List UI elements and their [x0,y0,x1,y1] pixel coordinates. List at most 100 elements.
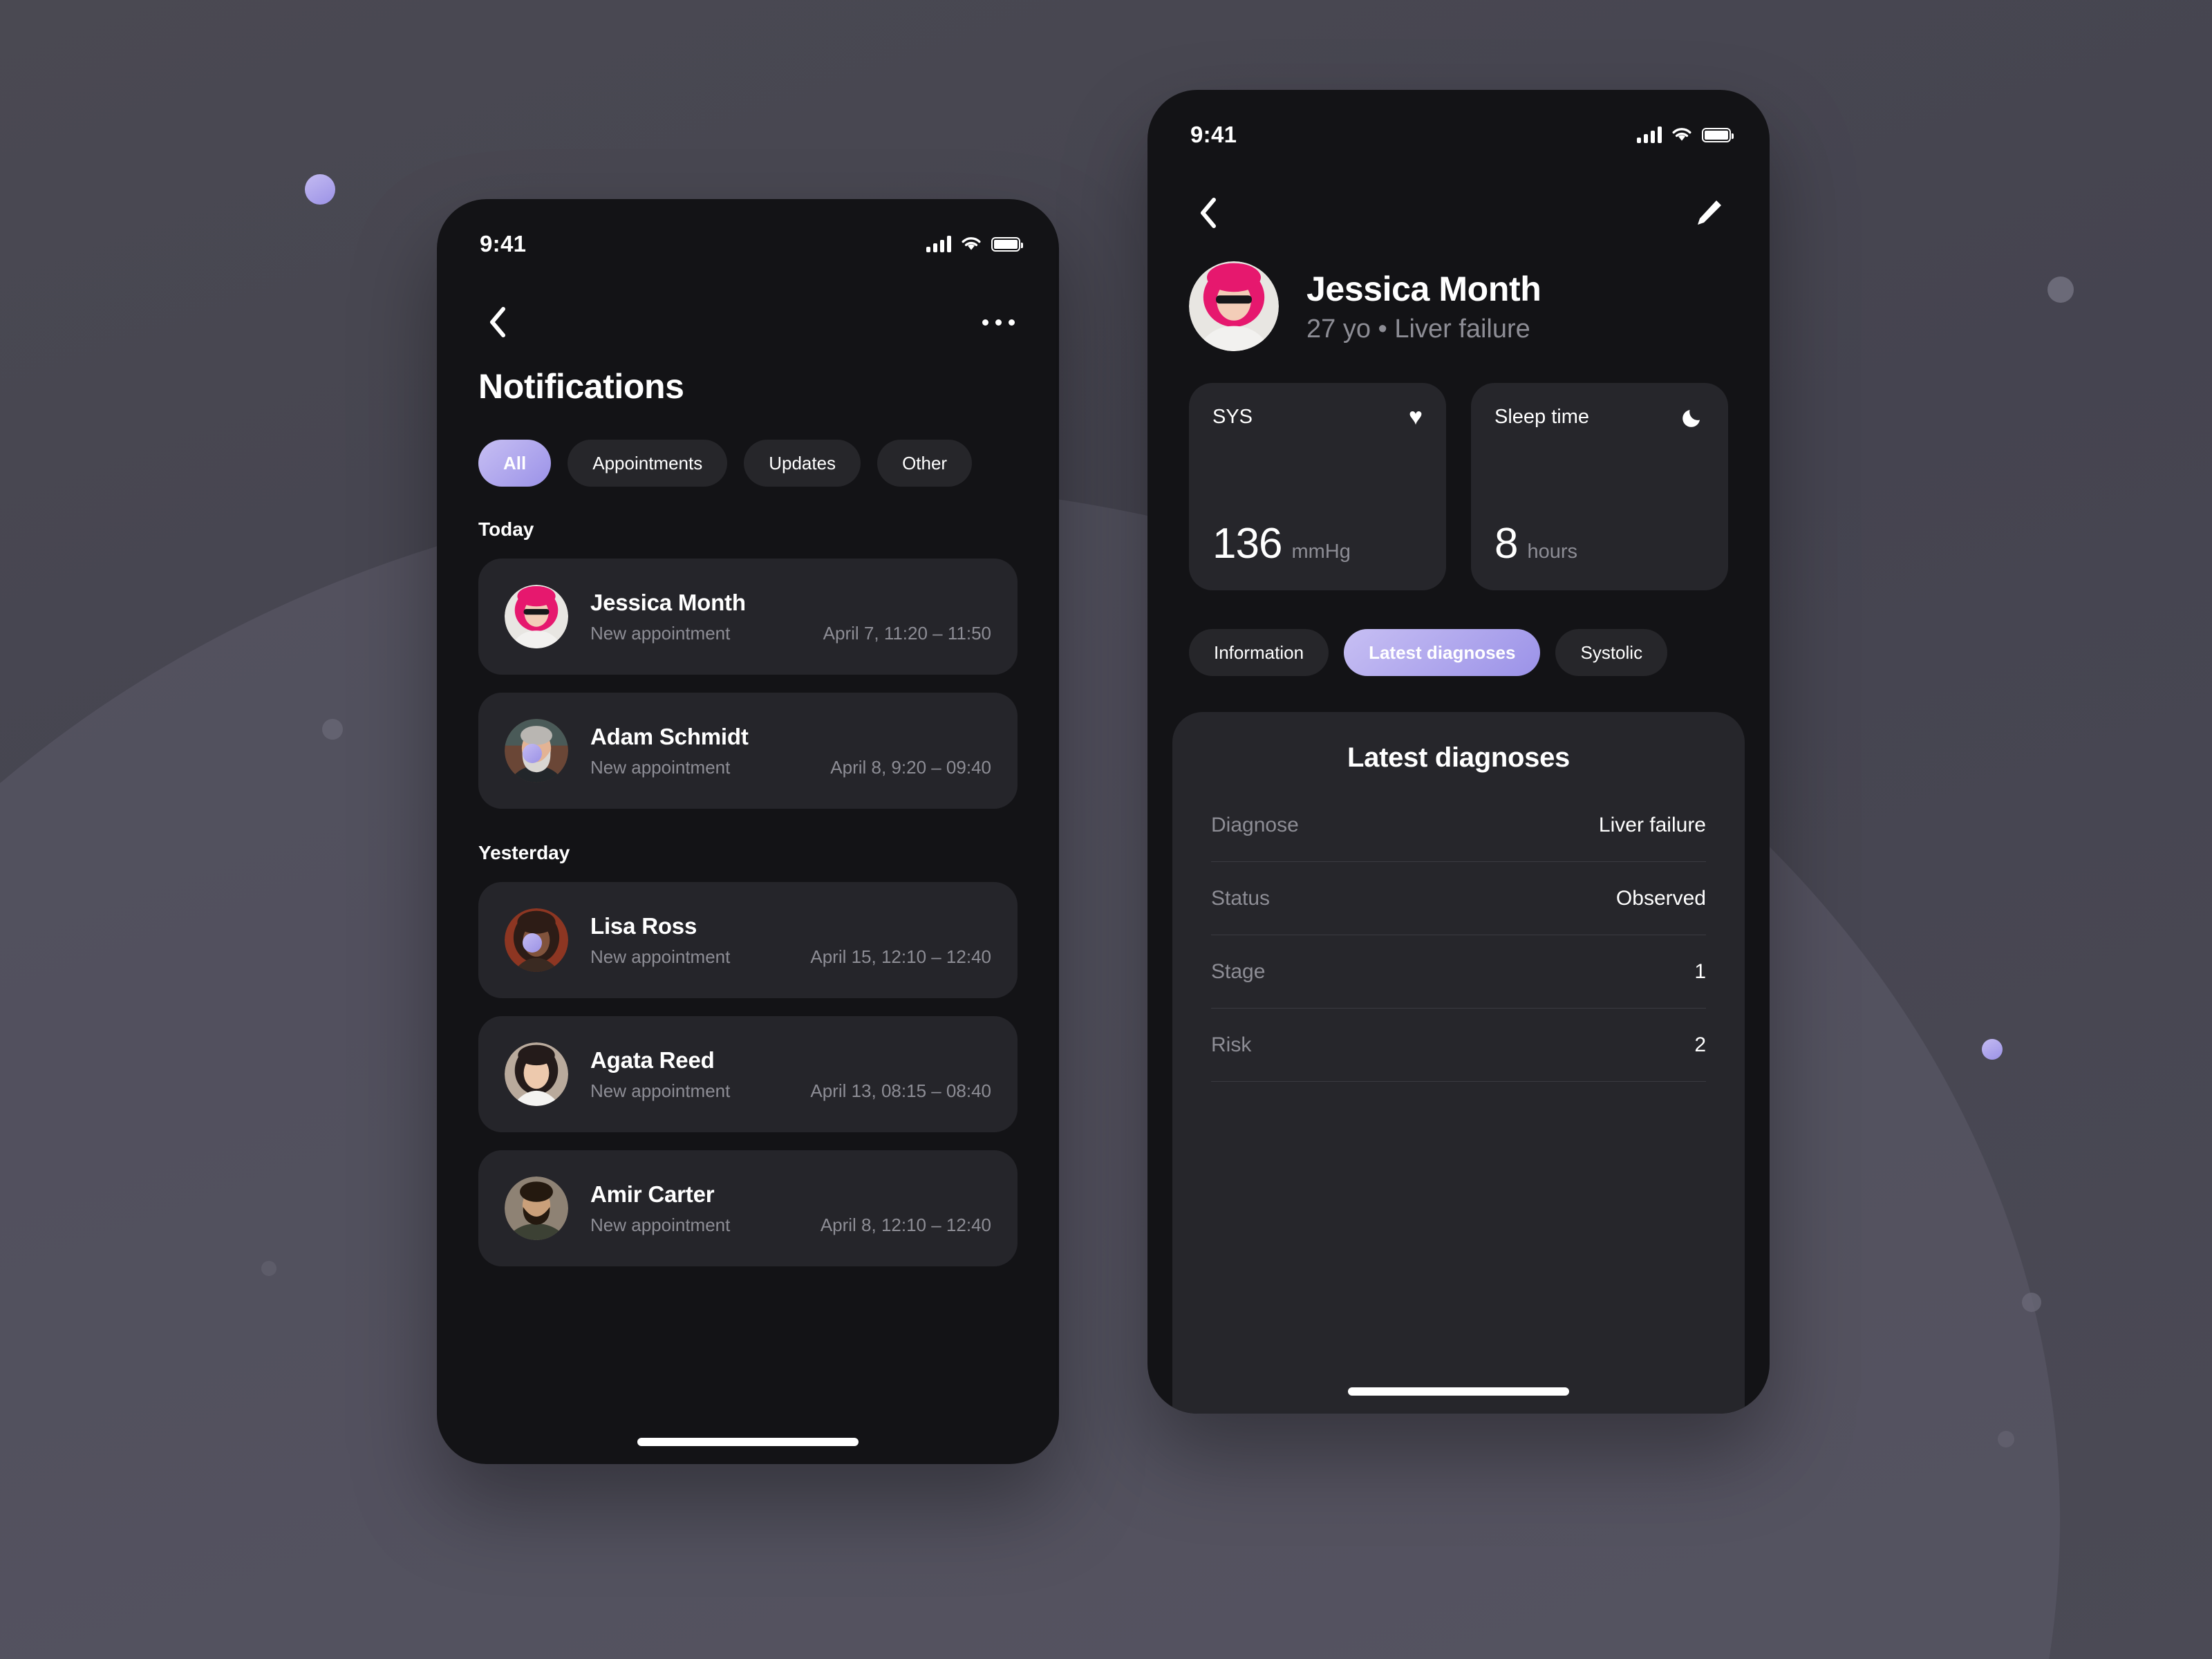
notification-row[interactable]: Amir Carter New appointment April 8, 12:… [478,1150,1018,1266]
background-dot-gray-1 [2047,276,2074,303]
notification-row[interactable]: Agata Reed New appointment April 13, 08:… [478,1016,1018,1132]
vitals-card-row: SYS ♥ 136 mmHg Sleep time 8 hours [1147,383,1770,590]
background-dot-gray-3 [261,1261,276,1276]
wifi-icon [962,237,981,250]
background-dot-gray-4 [2022,1293,2041,1312]
notification-list: Today Jessica Month New appointment Apri… [437,518,1059,1464]
vital-unit: mmHg [1291,541,1351,563]
diagnosis-row: Risk 2 [1211,1009,1706,1082]
notification-row[interactable]: Lisa Ross New appointment April 15, 12:1… [478,882,1018,998]
avatar-agata [505,1042,568,1106]
edit-button[interactable] [1689,194,1728,232]
status-bar: 9:41 [437,199,1059,265]
diagnosis-row: Status Observed [1211,862,1706,935]
avatar [505,585,568,648]
filter-chip-row[interactable]: All Appointments Updates Other [437,440,1059,487]
patient-meta: 27 yo • Liver failure [1306,314,1530,344]
avatar [505,719,568,782]
patient-name: Jessica Month [1306,269,1541,308]
status-bar-time: 9:41 [480,231,527,256]
notification-name: Amir Carter [590,1181,715,1207]
row-key: Stage [1211,959,1266,983]
avatar [505,908,568,972]
heart-icon: ♥ [1408,404,1423,430]
vital-card-sys[interactable]: SYS ♥ 136 mmHg [1189,383,1446,590]
filter-chip-all[interactable]: All [478,440,552,487]
row-key: Risk [1211,1033,1252,1056]
group-label-yesterday: Yesterday [478,842,570,863]
row-value: Observed [1615,886,1706,910]
chevron-left-icon [490,307,505,337]
vital-label: SYS [1212,405,1253,428]
notification-subtitle: New appointment [590,946,731,967]
avatar [1189,261,1279,351]
avatar [505,1042,568,1106]
row-value: 2 [1694,1033,1706,1056]
vital-label: Sleep time [1494,405,1590,428]
pencil-icon [1698,200,1721,225]
background-dot-purple-2 [1982,1039,2003,1060]
status-bar-time: 9:41 [1190,122,1237,147]
notification-name: Agata Reed [590,1047,715,1073]
nav-bar [1147,194,1770,232]
cellular-signal-icon [1637,126,1662,143]
diagnosis-row: Diagnose Liver failure [1211,789,1706,862]
battery-full-icon [1702,127,1734,142]
background-dot-gray-5 [1998,1431,2014,1447]
row-value: 1 [1694,959,1706,983]
diagnosis-row: Stage 1 [1211,935,1706,1009]
filter-chip-other[interactable]: Other [877,440,973,487]
notification-subtitle: New appointment [590,1214,731,1235]
unread-badge [523,933,542,953]
page-title: Notifications [478,367,684,406]
canvas: 9:41 Notifications All Appointments Upda… [0,0,2212,1659]
avatar [505,1177,568,1240]
notification-time: April 8, 12:10 – 12:40 [820,1214,991,1235]
notification-time: April 8, 9:20 – 09:40 [830,756,991,778]
avatar-jessica [1189,261,1279,351]
row-value: Liver failure [1598,813,1706,836]
tab-latest-diagnoses[interactable]: Latest diagnoses [1344,629,1541,676]
panel-title: Latest diagnoses [1347,742,1570,773]
wifi-icon [1672,128,1691,141]
more-options-button[interactable] [979,303,1018,341]
vital-value: 136 [1212,520,1282,568]
notification-time: April 13, 08:15 – 08:40 [810,1080,991,1101]
tab-information[interactable]: Information [1189,629,1329,676]
notification-name: Jessica Month [590,589,746,615]
background-dot-gray-2 [322,719,343,740]
notification-name: Lisa Ross [590,912,697,939]
group-label-today: Today [478,518,534,540]
notification-time: April 7, 11:20 – 11:50 [823,622,991,644]
latest-diagnoses-panel: Latest diagnoses Diagnose Liver failure … [1172,712,1745,1414]
notification-row[interactable]: Jessica Month New appointment April 7, 1… [478,559,1018,675]
back-button[interactable] [478,303,517,341]
notification-subtitle: New appointment [590,1080,731,1101]
moon-icon [1681,405,1705,429]
vital-value: 8 [1494,520,1518,568]
back-button[interactable] [1189,194,1228,232]
notification-subtitle: New appointment [590,756,731,778]
chevron-left-icon [1201,198,1216,228]
vital-card-sleep-time[interactable]: Sleep time 8 hours [1471,383,1728,590]
vital-unit: hours [1527,541,1578,563]
more-horizontal-icon [982,319,1015,326]
row-key: Status [1211,886,1271,910]
battery-full-icon [991,236,1023,252]
notification-subtitle: New appointment [590,622,731,644]
tab-systolic[interactable]: Systolic [1555,629,1668,676]
tab-row[interactable]: Information Latest diagnoses Systolic [1147,629,1770,676]
home-indicator[interactable] [1348,1387,1569,1396]
row-key: Diagnose [1211,813,1299,836]
notification-row[interactable]: Adam Schmidt New appointment April 8, 9:… [478,693,1018,809]
filter-chip-appointments[interactable]: Appointments [568,440,728,487]
status-bar: 9:41 [1147,90,1770,156]
phone-notifications: 9:41 Notifications All Appointments Upda… [437,199,1059,1464]
filter-chip-updates[interactable]: Updates [744,440,861,487]
nav-bar [437,303,1059,341]
home-indicator[interactable] [637,1438,859,1446]
notification-name: Adam Schmidt [590,723,749,749]
patient-profile-header: Jessica Month 27 yo • Liver failure [1147,261,1770,351]
notification-time: April 15, 12:10 – 12:40 [810,946,991,967]
background-dot-purple-1 [305,174,335,205]
